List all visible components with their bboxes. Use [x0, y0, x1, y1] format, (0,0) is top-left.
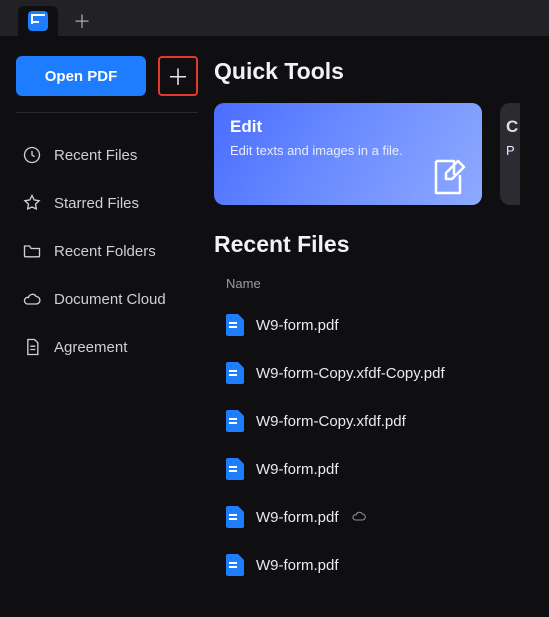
pdf-file-icon: [226, 554, 244, 576]
pdf-file-icon: [226, 410, 244, 432]
quick-tools-title: Quick Tools: [214, 58, 549, 85]
pdf-file-icon: [226, 314, 244, 336]
file-name: W9-form.pdf: [256, 317, 339, 334]
main-content: Quick Tools Edit Edit texts and images i…: [214, 36, 549, 617]
app-logo-icon: [28, 11, 48, 31]
tab-bar: ＋: [0, 0, 549, 36]
cloud-icon: [351, 509, 367, 526]
sidebar-item-recent-folders[interactable]: Recent Folders: [16, 227, 198, 275]
quick-tool-edit[interactable]: Edit Edit texts and images in a file.: [214, 103, 482, 205]
new-tab-button[interactable]: ＋: [64, 6, 100, 36]
tool-card-title: C: [506, 117, 514, 137]
sidebar-item-document-cloud[interactable]: Document Cloud: [16, 275, 198, 323]
create-pdf-button[interactable]: ＋: [158, 56, 198, 96]
sidebar-item-label: Recent Folders: [54, 243, 156, 260]
recent-files-title: Recent Files: [214, 231, 549, 258]
file-name: W9-form.pdf: [256, 461, 339, 478]
sidebar-item-agreement[interactable]: Agreement: [16, 323, 198, 371]
open-pdf-button[interactable]: Open PDF: [16, 56, 146, 96]
star-icon: [22, 193, 42, 213]
column-header-name: Name: [226, 276, 549, 291]
sidebar: Open PDF ＋ Recent Files Starred Files Rece…: [0, 36, 214, 617]
file-row[interactable]: W9-form.pdf: [214, 541, 549, 589]
clock-icon: [22, 145, 42, 165]
divider: [16, 112, 198, 113]
pdf-file-icon: [226, 362, 244, 384]
sidebar-item-label: Starred Files: [54, 195, 139, 212]
sidebar-item-label: Recent Files: [54, 147, 137, 164]
tool-card-subtitle: P: [506, 143, 514, 158]
file-row[interactable]: W9-form.pdf: [214, 493, 549, 541]
edit-page-icon: [428, 157, 468, 197]
file-row[interactable]: W9-form-Copy.xfdf-Copy.pdf: [214, 349, 549, 397]
plus-icon: ＋: [167, 60, 189, 92]
cloud-icon: [22, 289, 42, 309]
sidebar-item-recent-files[interactable]: Recent Files: [16, 131, 198, 179]
plus-icon: ＋: [73, 8, 91, 34]
tool-card-title: Edit: [230, 117, 466, 137]
quick-tool-next[interactable]: C P: [500, 103, 520, 205]
file-row[interactable]: W9-form.pdf: [214, 301, 549, 349]
sidebar-item-label: Document Cloud: [54, 291, 166, 308]
folder-icon: [22, 241, 42, 261]
pdf-file-icon: [226, 506, 244, 528]
file-name: W9-form-Copy.xfdf.pdf: [256, 413, 406, 430]
file-row[interactable]: W9-form-Copy.xfdf.pdf: [214, 397, 549, 445]
file-name: W9-form.pdf: [256, 557, 339, 574]
tool-card-subtitle: Edit texts and images in a file.: [230, 143, 466, 158]
file-row[interactable]: W9-form.pdf: [214, 445, 549, 493]
sidebar-item-starred-files[interactable]: Starred Files: [16, 179, 198, 227]
file-name: W9-form-Copy.xfdf-Copy.pdf: [256, 365, 445, 382]
sidebar-item-label: Agreement: [54, 339, 127, 356]
app-home-tab[interactable]: [18, 6, 58, 36]
document-icon: [22, 337, 42, 357]
file-name: W9-form.pdf: [256, 509, 339, 526]
pdf-file-icon: [226, 458, 244, 480]
